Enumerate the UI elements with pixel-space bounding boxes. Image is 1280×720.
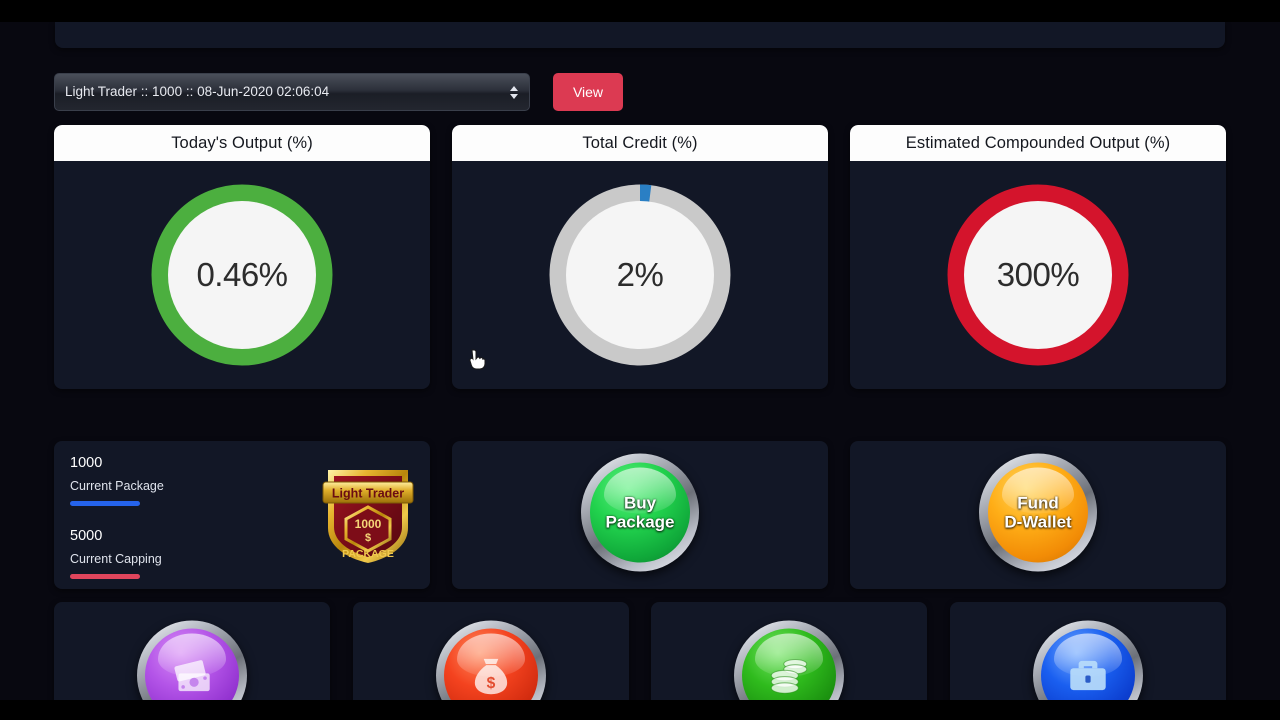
gauge-center-todays-output: 0.46%	[168, 201, 316, 349]
package-stats: 1000 Current Package 5000 Current Cappin…	[70, 455, 260, 579]
card-title-total-credit: Total Credit (%)	[452, 125, 828, 161]
gauge-value-estimated-compounded-output: 300%	[996, 256, 1080, 293]
fund-d-wallet-face: Fund D-Wallet	[988, 462, 1088, 563]
briefcase-wrap	[1033, 620, 1143, 700]
gauge-total-credit: 2%	[549, 184, 731, 366]
fund-d-wallet-label-line1: Fund	[1017, 493, 1059, 513]
badge-amount-text: 1000	[355, 517, 382, 531]
gauge-body-todays-output: 0.46%	[54, 161, 430, 389]
badge-footer-text: PACKAGE	[342, 548, 394, 560]
fund-d-wallet-wrap: Fund D-Wallet	[979, 453, 1097, 577]
stat-current-package: 1000 Current Package	[70, 455, 260, 506]
fund-d-wallet-label-line2: D-Wallet	[1004, 512, 1072, 532]
stat-current-capping: 5000 Current Capping	[70, 528, 260, 579]
card-coin-stack	[651, 602, 927, 700]
fund-d-wallet-button[interactable]: Fund D-Wallet	[979, 453, 1097, 572]
gauge-body-estimated-compounded-output: 300%	[850, 161, 1226, 389]
briefcase-icon	[1070, 660, 1106, 691]
letterbox-top	[0, 0, 1280, 22]
buy-package-wrap: Buy Package	[581, 453, 699, 577]
chevron-updown-icon	[509, 83, 519, 101]
svg-text:$: $	[487, 675, 496, 692]
gauge-value-total-credit: 2%	[616, 256, 664, 293]
package-select-value: Light Trader :: 1000 :: 08-Jun-2020 02:0…	[65, 84, 330, 99]
buy-package-label-line1: Buy	[623, 493, 657, 513]
top-partial-card	[55, 22, 1225, 48]
card-todays-output: Today's Output (%) 0.46%	[54, 125, 430, 389]
money-bag-face: $	[444, 628, 538, 700]
gauge-center-total-credit: 2%	[566, 201, 714, 349]
progress-bar-current-package	[70, 501, 140, 506]
coin-stack-face	[742, 628, 836, 700]
fund-d-wallet-label: Fund D-Wallet	[1004, 493, 1071, 531]
controls-row: Light Trader :: 1000 :: 08-Jun-2020 02:0…	[54, 73, 654, 113]
badge-ribbon-text: Light Trader	[332, 487, 404, 501]
progress-bar-current-capping	[70, 574, 140, 579]
cash-notes-wrap	[137, 620, 247, 700]
dashboard-page: Light Trader :: 1000 :: 08-Jun-2020 02:0…	[0, 22, 1280, 700]
gauge-body-total-credit: 2%	[452, 161, 828, 389]
money-bag-button[interactable]: $	[436, 620, 546, 700]
briefcase-button[interactable]	[1033, 620, 1143, 700]
card-title-todays-output: Today's Output (%)	[54, 125, 430, 161]
badge-currency-text: $	[365, 532, 371, 544]
coin-stack-icon	[770, 658, 808, 694]
screen: Light Trader :: 1000 :: 08-Jun-2020 02:0…	[0, 0, 1280, 720]
package-select[interactable]: Light Trader :: 1000 :: 08-Jun-2020 02:0…	[54, 73, 530, 111]
buy-package-face: Buy Package	[590, 462, 690, 563]
coin-stack-button[interactable]	[734, 620, 844, 700]
buy-package-label: Buy Package	[606, 493, 675, 531]
buy-package-button[interactable]: Buy Package	[581, 453, 699, 572]
gauge-estimated-compounded-output: 300%	[947, 184, 1129, 366]
card-briefcase	[950, 602, 1226, 700]
letterbox-bottom	[0, 700, 1280, 720]
briefcase-face	[1041, 628, 1135, 700]
coin-stack-wrap	[734, 620, 844, 700]
cash-notes-icon	[174, 660, 210, 692]
card-title-estimated-compounded-output: Estimated Compounded Output (%)	[850, 125, 1226, 161]
gauge-center-estimated-compounded-output: 300%	[964, 201, 1112, 349]
stat-value-current-package: 1000	[70, 455, 103, 471]
card-cash-notes	[54, 602, 330, 700]
package-badge-icon: Light Trader 1000 $ PACKAGE	[320, 464, 416, 566]
gauge-value-todays-output: 0.46%	[196, 256, 288, 293]
stat-value-current-capping: 5000	[70, 528, 103, 544]
stat-label-current-capping: Current Capping	[70, 552, 162, 566]
card-estimated-compounded-output: Estimated Compounded Output (%) 300%	[850, 125, 1226, 389]
view-button[interactable]: View	[553, 73, 623, 111]
card-total-credit: Total Credit (%) 2%	[452, 125, 828, 389]
card-fund-d-wallet: Fund D-Wallet	[850, 441, 1226, 589]
card-money-bag: $	[353, 602, 629, 700]
money-bag-icon: $	[474, 658, 508, 695]
buy-package-label-line2: Package	[605, 512, 675, 532]
money-bag-wrap: $	[436, 620, 546, 700]
stat-label-current-package: Current Package	[70, 479, 164, 493]
card-current-package: 1000 Current Package 5000 Current Cappin…	[54, 441, 430, 589]
card-buy-package: Buy Package	[452, 441, 828, 589]
gauge-todays-output: 0.46%	[151, 184, 333, 366]
cash-notes-face	[145, 628, 239, 700]
cash-notes-button[interactable]	[137, 620, 247, 700]
